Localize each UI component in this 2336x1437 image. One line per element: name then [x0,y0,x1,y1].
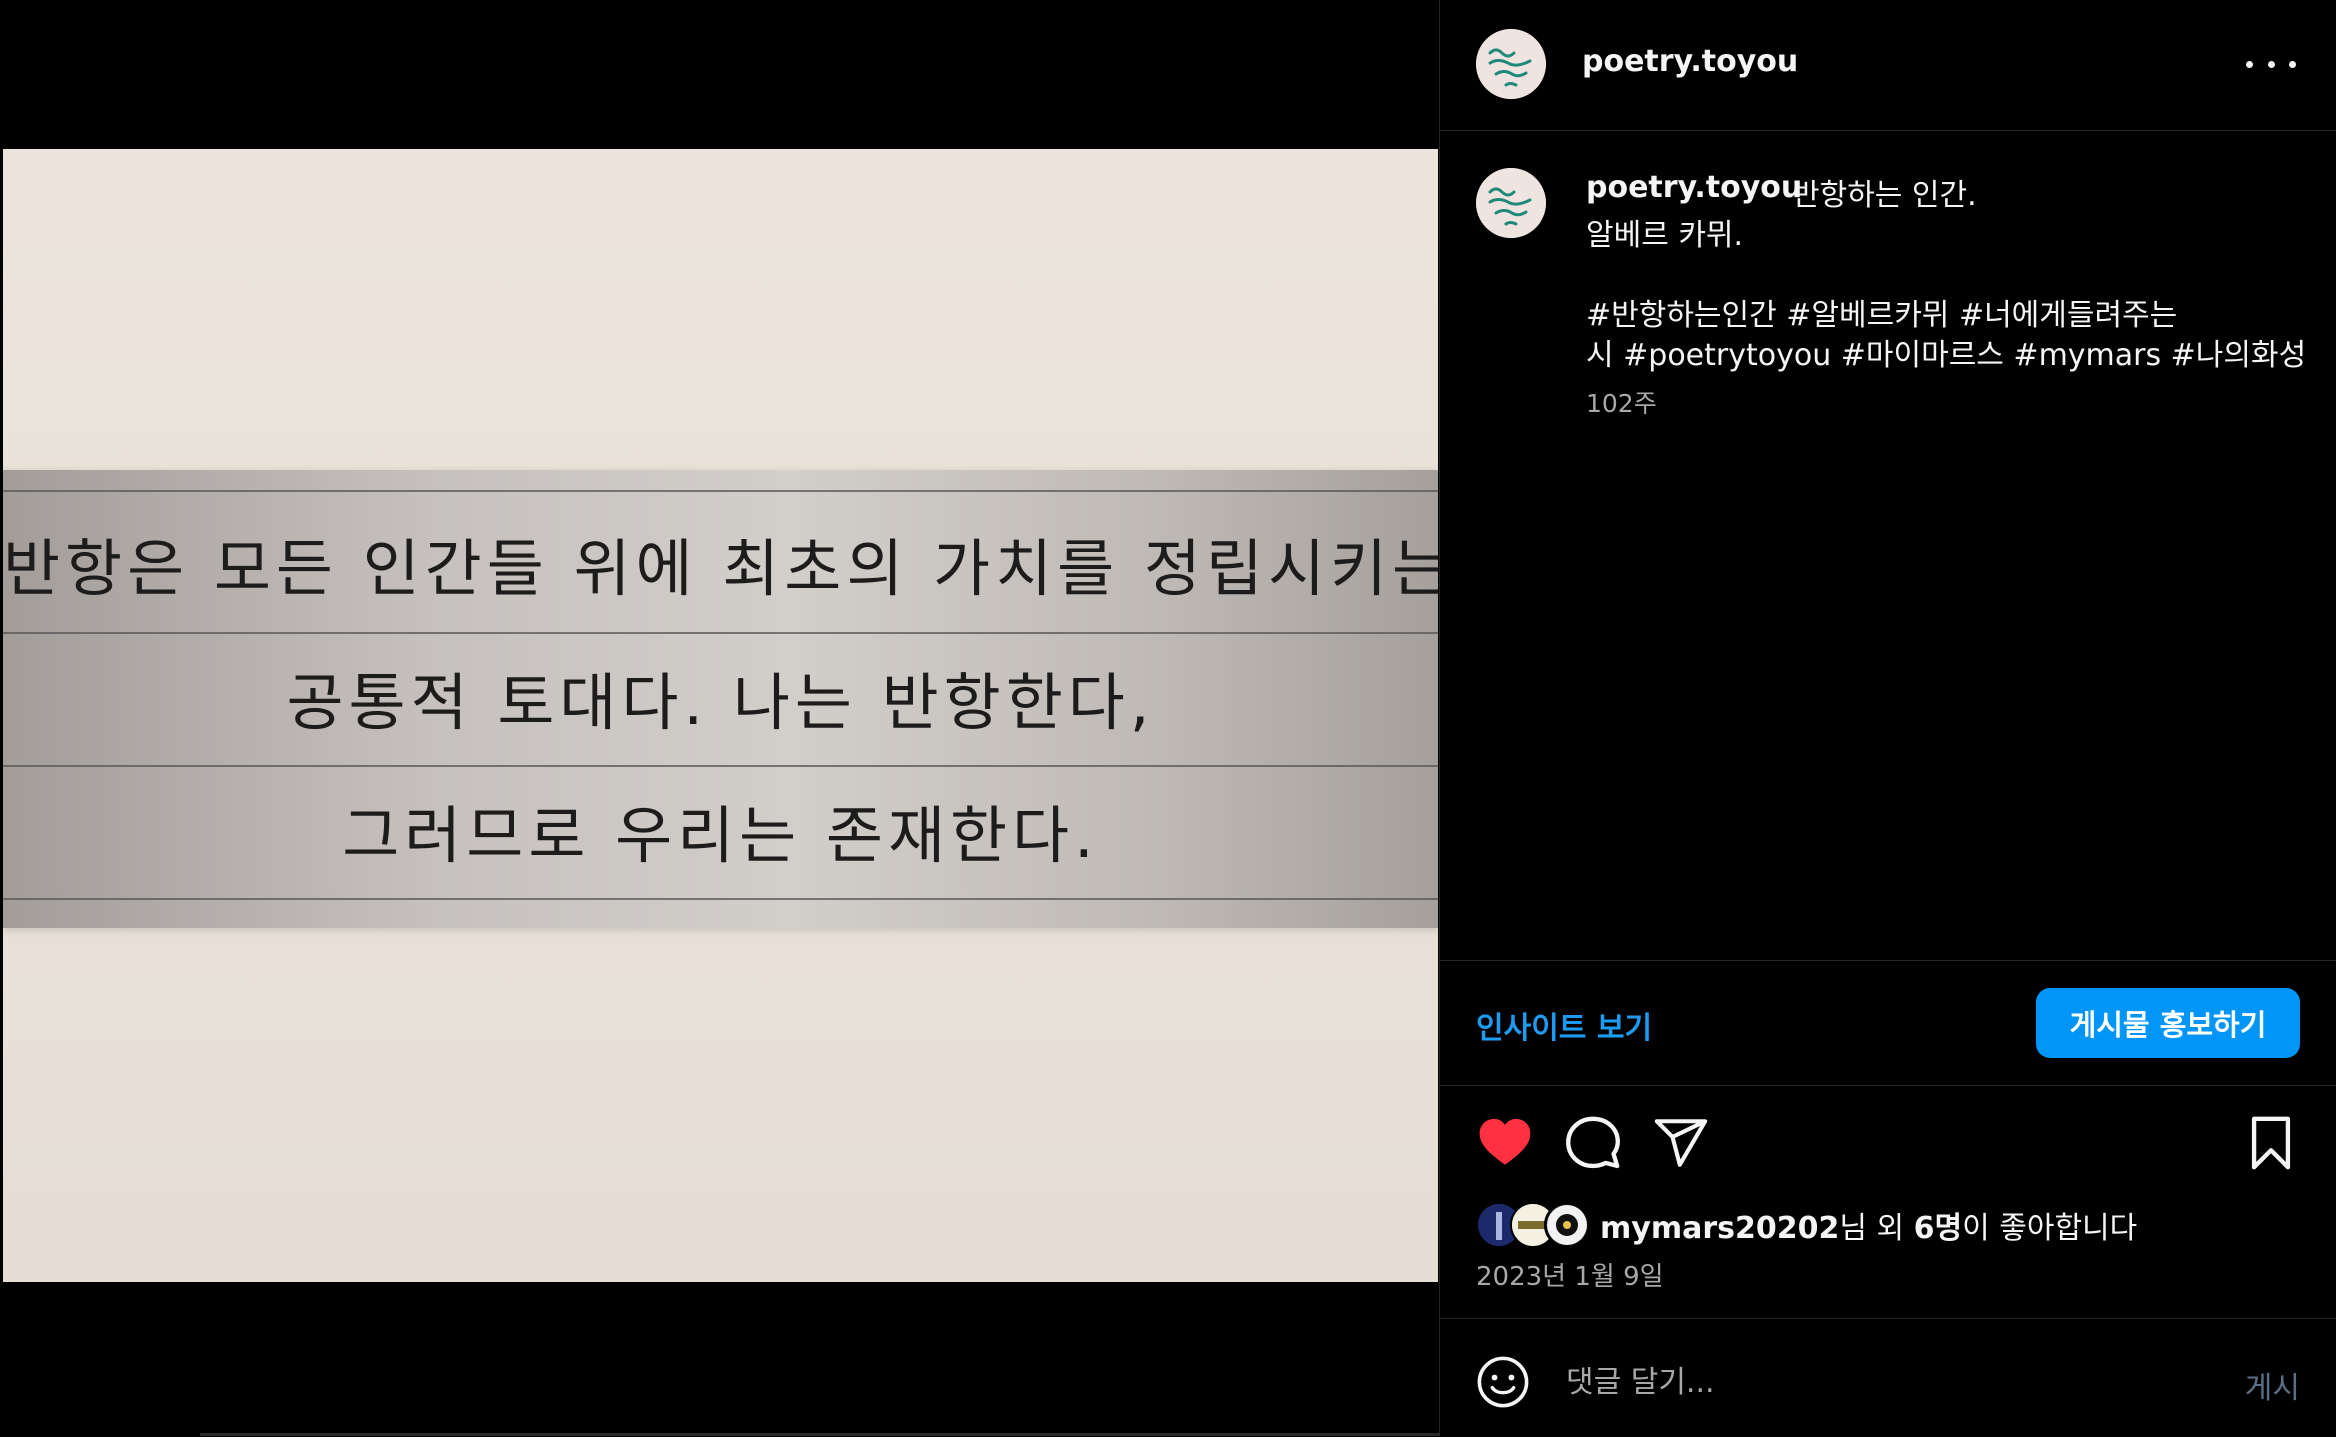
likes-text[interactable]: mymars20202님 외 6명이 좋아합니다 [1600,1203,2137,1247]
likes-middle: 님 외 [1839,1211,1914,1246]
header-username[interactable]: poetry.toyou [1582,44,1798,79]
post-photo: 반항은 모든 인간들 위에 최초의 가치를 정립시키는 공통적 토대다. 나는 … [3,149,1438,1282]
more-options-icon[interactable] [2246,46,2296,82]
bookmark-icon[interactable] [2242,1114,2300,1172]
promote-post-button[interactable]: 게시물 홍보하기 [2036,988,2300,1058]
heart-filled-icon[interactable] [1476,1114,1534,1172]
dot [2289,60,2296,68]
quote-line-1: 반항은 모든 인간들 위에 최초의 가치를 정립시키는 [3,532,1438,605]
post-header: poetry.toyou [1440,0,2336,131]
post-side-panel: poetry.toyou poetry.toyou 반항하는 인간. 알베르 카… [1439,0,2336,1436]
liker-avatar[interactable] [1544,1202,1590,1248]
comment-input[interactable] [1564,1353,2128,1411]
post-media[interactable]: 반항은 모든 인간들 위에 최초의 가치를 정립시키는 공통적 토대다. 나는 … [0,0,1500,1436]
post-comment-button[interactable]: 게시 [2245,1363,2300,1407]
likes-count[interactable]: 6명 [1914,1211,1962,1246]
caption-line-2: 알베르 카뮈. [1586,218,1744,253]
avatar-logo-icon [1476,29,1546,99]
paper-rule-line [3,765,1438,767]
caption-username[interactable]: poetry.toyou [1586,170,1802,205]
avatar-logo-icon [1476,168,1546,238]
quote-line-3: 그러므로 우리는 존재한다. [342,799,1099,872]
paper-rule-line [3,632,1438,634]
likes-suffix: 이 좋아합니다 [1962,1211,2138,1246]
liker-username[interactable]: mymars20202 [1600,1211,1839,1246]
quote-line-2: 공통적 토대다. 나는 반항한다, [286,666,1155,739]
caption-hashtags-1[interactable]: #반항하는인간 #알베르카뮈 #너에게들려주는 [1586,290,2177,334]
caption-timestamp[interactable]: 102주 [1586,384,1657,420]
comment-icon[interactable] [1564,1114,1622,1172]
view-insights-link[interactable]: 인사이트 보기 [1476,1003,1652,1047]
caption-line-1: 반항하는 인간. [1792,178,1977,213]
dot [2267,60,2275,68]
send-icon[interactable] [1652,1114,1710,1172]
emoji-icon[interactable] [1476,1355,1530,1409]
insights-bar: 인사이트 보기 게시물 홍보하기 [1440,960,2336,1086]
comment-bar: 게시 [1440,1318,2336,1437]
dot [2246,60,2253,68]
post-date[interactable]: 2023년 1월 9일 [1476,1256,1664,1293]
paper-rule-line [3,898,1438,900]
likes-summary: mymars20202님 외 6명이 좋아합니다 [1476,1202,2137,1248]
quote-paper-strip: 반항은 모든 인간들 위에 최초의 가치를 정립시키는 공통적 토대다. 나는 … [3,470,1438,928]
caption-avatar[interactable] [1476,168,1546,238]
caption-hashtags-2[interactable]: 시 #poetrytoyou #마이마르스 #mymars #나의화성 [1586,330,2306,374]
paper-rule-line [3,490,1438,492]
profile-avatar[interactable] [1476,29,1546,99]
